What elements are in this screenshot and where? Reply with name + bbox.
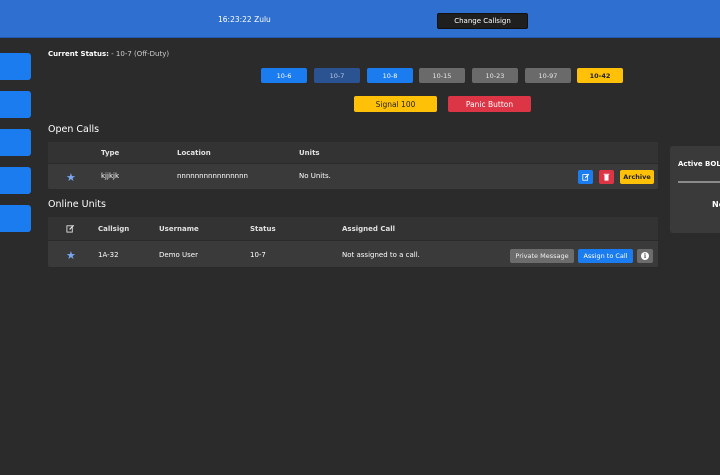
sidebar-button-3[interactable] xyxy=(0,129,31,156)
unit-info-button[interactable]: i xyxy=(637,249,653,263)
unit-status: 10-7 xyxy=(250,251,266,259)
edit-icon xyxy=(66,224,75,233)
unit-callsign: 1A-32 xyxy=(98,251,119,259)
status-button-10-42[interactable]: 10-42 xyxy=(577,68,623,83)
call-units: No Units. xyxy=(299,172,331,180)
online-units-header: Callsign Username Status Assigned Call xyxy=(48,217,658,241)
edit-call-button[interactable] xyxy=(578,170,593,184)
private-message-button[interactable]: Private Message xyxy=(510,249,574,263)
sidebar-button-1[interactable] xyxy=(0,53,31,80)
signal-100-button[interactable]: Signal 100 xyxy=(354,96,437,112)
current-status: Current Status: - 10-7 (Off-Duty) xyxy=(48,50,169,58)
edit-icon xyxy=(581,173,589,181)
archive-call-button[interactable]: Archive xyxy=(620,170,654,184)
online-units-title: Online Units xyxy=(48,199,106,210)
active-bolos-title: Active BOLOs xyxy=(678,160,720,168)
info-icon: i xyxy=(641,252,649,260)
star-icon: ★ xyxy=(66,171,76,184)
column-assigned-call: Assigned Call xyxy=(342,225,395,233)
unit-username: Demo User xyxy=(159,251,198,259)
active-bolos-panel: Active BOLOs No xyxy=(670,146,720,233)
open-calls-header: Type Location Units xyxy=(48,142,658,164)
status-button-10-15[interactable]: 10-15 xyxy=(419,68,465,83)
status-button-10-97[interactable]: 10-97 xyxy=(525,68,571,83)
current-status-label: Current Status: xyxy=(48,50,109,58)
open-calls-table: Type Location Units ★ kjjkjk nnnnnnnnnnn… xyxy=(48,142,658,189)
delete-call-button[interactable] xyxy=(599,170,614,184)
assign-to-call-button[interactable]: Assign to Call xyxy=(578,249,633,263)
column-type: Type xyxy=(101,149,120,157)
unit-assigned-call: Not assigned to a call. xyxy=(342,251,420,259)
column-callsign: Callsign xyxy=(98,225,130,233)
column-username: Username xyxy=(159,225,199,233)
status-button-10-7[interactable]: 10-7 xyxy=(314,68,360,83)
zulu-clock: 16:23:22 Zulu xyxy=(218,15,271,24)
star-icon: ★ xyxy=(66,249,76,262)
online-units-table: Callsign Username Status Assigned Call ★… xyxy=(48,217,658,267)
sidebar-button-5[interactable] xyxy=(0,205,31,232)
trash-icon xyxy=(603,173,610,181)
column-status: Status xyxy=(250,225,276,233)
bolo-divider xyxy=(678,181,720,183)
current-status-value: - 10-7 (Off-Duty) xyxy=(108,50,170,58)
sidebar-button-4[interactable] xyxy=(0,167,31,194)
status-button-10-23[interactable]: 10-23 xyxy=(472,68,518,83)
change-callsign-button[interactable]: Change Callsign xyxy=(437,13,528,29)
column-units: Units xyxy=(299,149,320,157)
sidebar-button-2[interactable] xyxy=(0,91,31,118)
status-button-10-6[interactable]: 10-6 xyxy=(261,68,307,83)
panic-button[interactable]: Panic Button xyxy=(448,96,531,112)
call-type: kjjkjk xyxy=(101,172,119,180)
column-location: Location xyxy=(177,149,211,157)
open-calls-title: Open Calls xyxy=(48,124,100,135)
call-location: nnnnnnnnnnnnnnnn xyxy=(177,172,248,180)
top-navbar: 16:23:22 Zulu Change Callsign xyxy=(0,0,720,38)
bolo-empty-text: No xyxy=(712,200,720,209)
status-button-10-8[interactable]: 10-8 xyxy=(367,68,413,83)
